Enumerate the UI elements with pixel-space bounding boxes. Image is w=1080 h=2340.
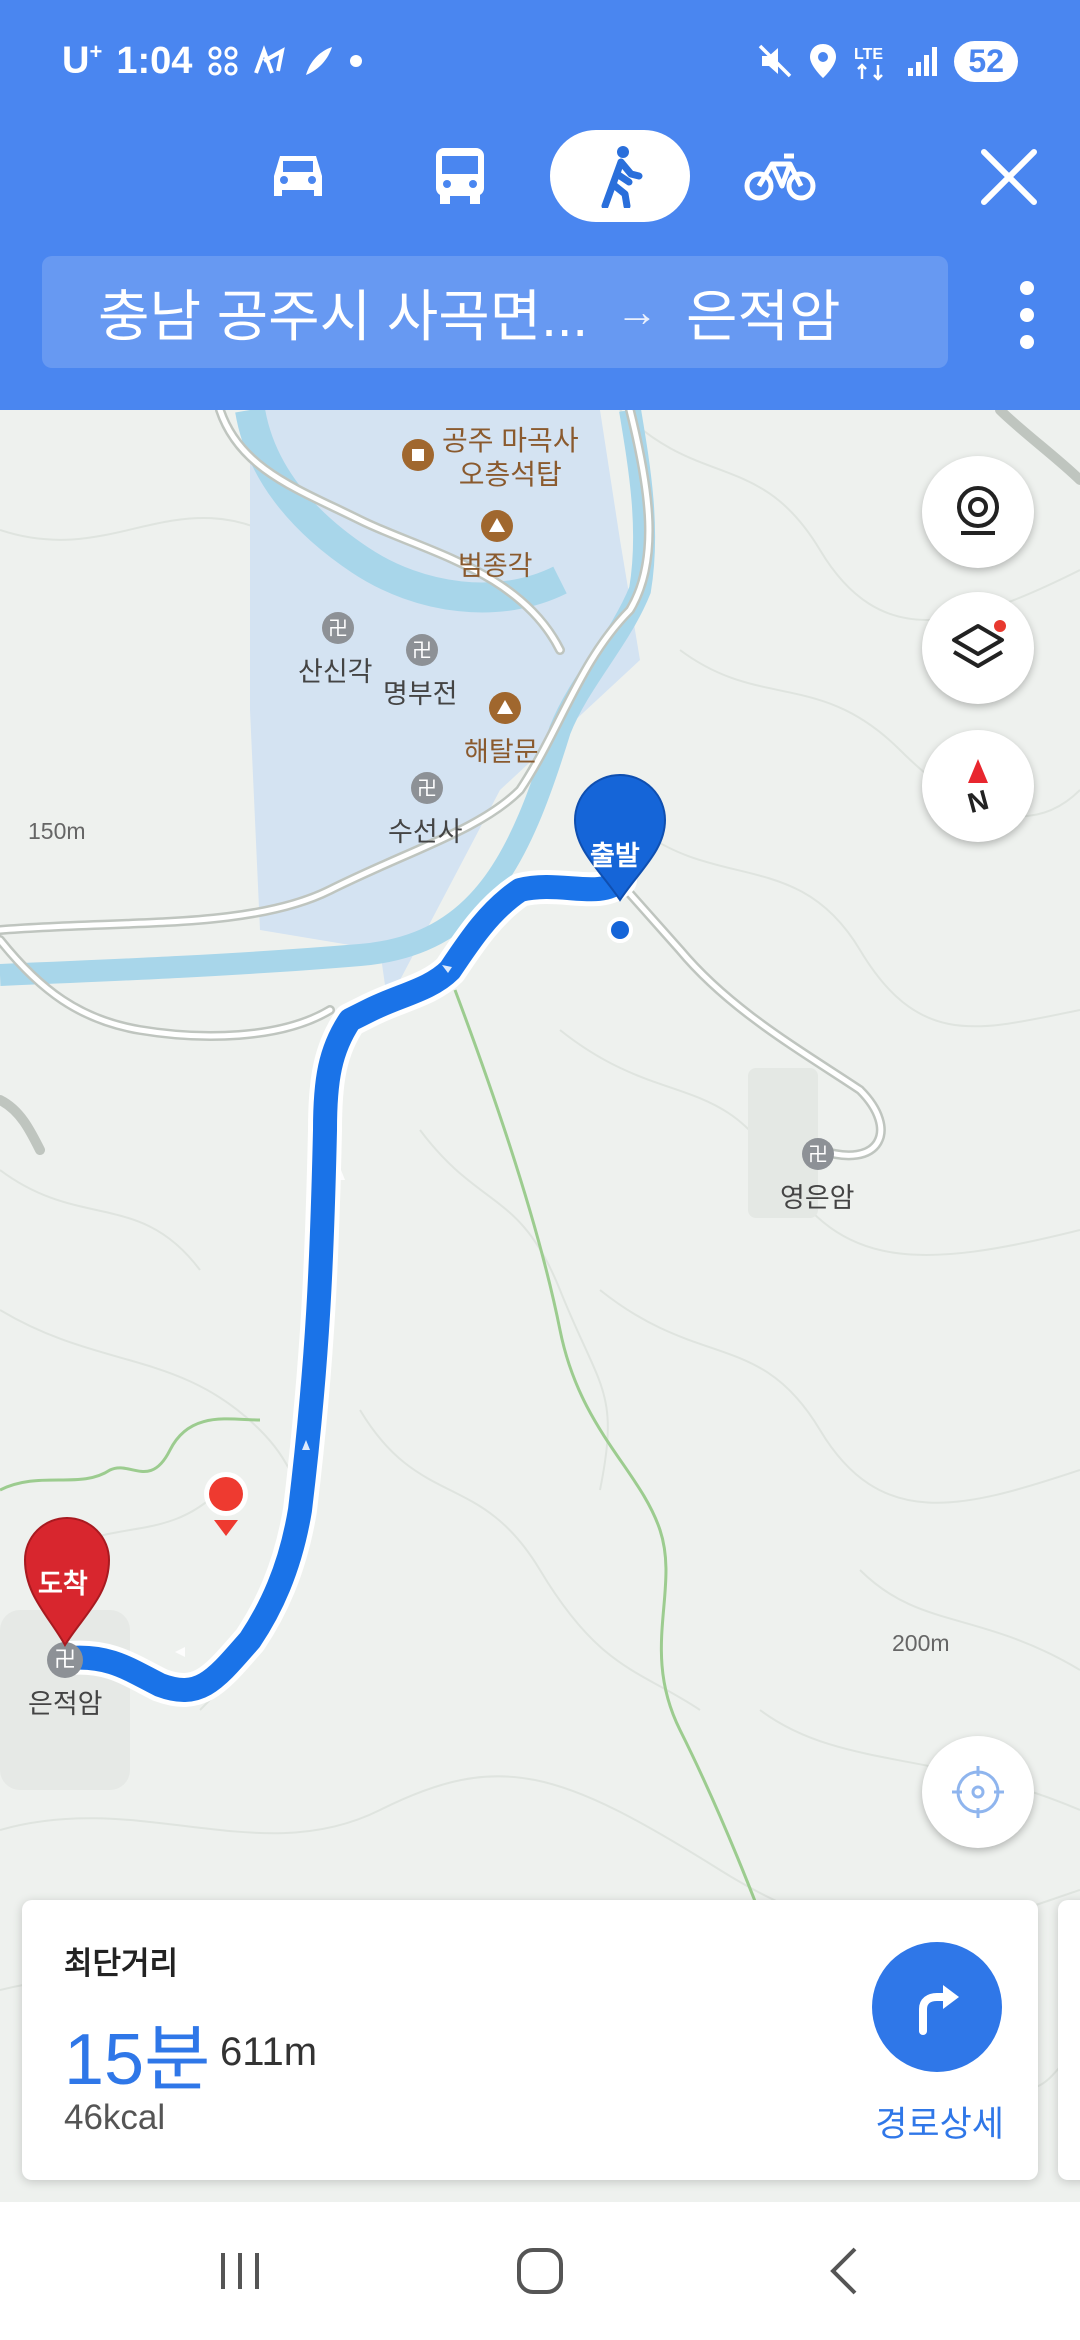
compass-button[interactable]: N (922, 730, 1034, 842)
tab-car[interactable] (228, 130, 368, 222)
mute-icon (759, 44, 792, 78)
tab-bus[interactable] (390, 130, 530, 222)
system-navigation-bar (0, 2202, 1080, 2340)
elevation-label: 200m (892, 1630, 950, 1656)
route-info-card[interactable]: 최단거리 15분 611m 46kcal 경로상세 (22, 1900, 1038, 2180)
crosshair-icon (952, 1766, 1004, 1818)
route-detail-link[interactable]: 경로상세 (875, 2096, 1004, 2147)
recent-apps-button[interactable] (170, 2202, 310, 2340)
car-icon (274, 156, 322, 196)
walk-icon (601, 146, 643, 208)
route-distance: 611m (220, 2030, 318, 2074)
start-marker-label: 출발 (590, 841, 640, 871)
poi-label-haetalmun[interactable]: 해탈문 (464, 730, 539, 769)
layers-icon (952, 620, 1006, 668)
route-origin[interactable]: 충남 공주시 사곡면... (42, 272, 588, 353)
recent-apps-icon (221, 2253, 259, 2289)
app-notification-icon (208, 46, 238, 76)
home-icon (517, 2248, 563, 2294)
battery-level: 52 (954, 40, 1018, 82)
poi-pagoda-text: 공주 마곡사 오층석탑 (442, 425, 579, 490)
status-right: LTE 52 (756, 36, 1018, 86)
top-bar: U+ 1:04 LTE 52 충남 공주시 사곡면... → 은적암 (0, 0, 1080, 410)
street-view-button[interactable] (922, 456, 1034, 568)
carrier-label: U (62, 39, 90, 82)
clock: 1:04 (116, 39, 193, 82)
poi-label-eunjeokam[interactable]: 은적암 (28, 1682, 103, 1721)
signal-icon (908, 47, 938, 76)
transport-mode-tabs (0, 130, 1080, 222)
svg-text:卍: 卍 (54, 1648, 76, 1673)
location-icon (810, 44, 837, 78)
notification-icons (206, 43, 364, 79)
poi-label-sanshingak[interactable]: 산신각 (298, 650, 373, 689)
turn-right-icon (919, 1985, 959, 2035)
map-layers-button[interactable] (922, 592, 1034, 704)
svg-text:卍: 卍 (328, 616, 348, 640)
poi-label-pagoda[interactable]: 공주 마곡사 오층석탑 (442, 424, 579, 492)
navigation-app-icon (254, 45, 286, 74)
elevation-label: 150m (28, 818, 86, 844)
lte-icon: LTE (854, 46, 884, 81)
street-view-icon (957, 486, 999, 535)
tab-walk[interactable] (550, 130, 690, 222)
back-icon (830, 2247, 857, 2295)
poi-label-myeongbujeon[interactable]: 명부전 (383, 672, 458, 711)
svg-text:LTE: LTE (854, 46, 883, 63)
back-button[interactable] (775, 2202, 915, 2340)
route-destination[interactable]: 은적암 (686, 272, 841, 353)
carrier-superscript: + (89, 39, 103, 65)
end-marker-label: 도착 (38, 1569, 88, 1599)
start-navigation-button[interactable] (872, 1942, 1002, 2072)
svg-text:N: N (964, 784, 992, 817)
dot-icon (350, 55, 363, 67)
poi-label-yeongeunam[interactable]: 영은암 (780, 1176, 855, 1215)
bus-icon (436, 148, 484, 204)
tab-bicycle[interactable] (710, 130, 850, 222)
svg-text:卍: 卍 (417, 776, 437, 800)
feather-app-icon (306, 47, 333, 75)
next-route-card-peek[interactable] (1058, 1900, 1080, 2180)
bicycle-icon (744, 153, 816, 201)
route-time: 15분 (64, 2020, 211, 2100)
status-carrier: U+ 1:04 (62, 36, 364, 86)
svg-text:卍: 卍 (412, 638, 432, 662)
close-icon[interactable] (974, 142, 1044, 212)
more-options-icon[interactable] (1002, 270, 1052, 360)
route-type-title: 최단거리 (64, 1946, 179, 1981)
my-location-button[interactable] (922, 1736, 1034, 1848)
route-summary[interactable]: 충남 공주시 사곡면... → 은적암 (42, 256, 948, 368)
home-button[interactable] (470, 2202, 610, 2340)
svg-text:卍: 卍 (808, 1142, 828, 1166)
route-calories: 46kcal (64, 2098, 166, 2137)
poi-label-bell-pavilion[interactable]: 범종각 (458, 544, 533, 583)
poi-label-suseonsa[interactable]: 수선사 (388, 810, 463, 849)
route-arrow: → (615, 288, 658, 335)
compass-north-icon: N (964, 759, 992, 817)
